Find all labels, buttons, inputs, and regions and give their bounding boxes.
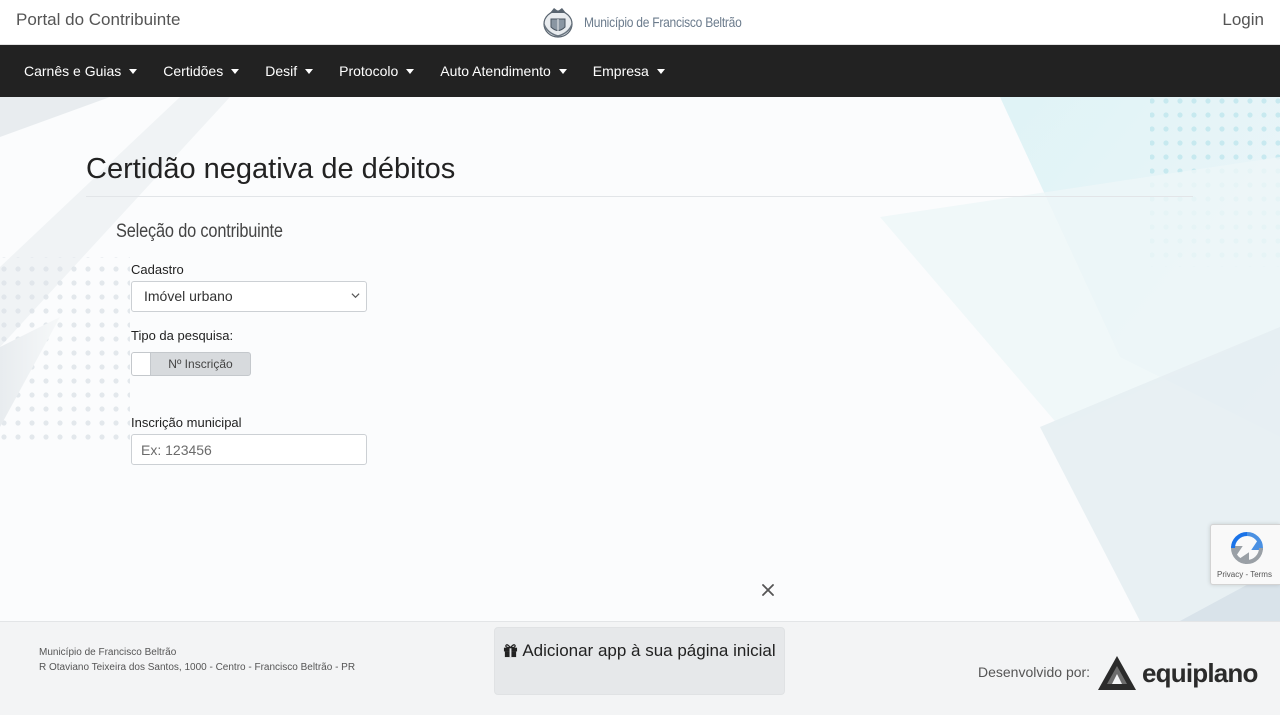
cadastro-selected-value: Imóvel urbano — [144, 288, 233, 304]
page-title: Certidão negativa de débitos — [86, 153, 456, 185]
cadastro-label: Cadastro — [131, 262, 184, 277]
footer-address: R Otaviano Teixeira dos Santos, 1000 - C… — [39, 662, 356, 673]
developed-by-label: Desenvolvido por: — [978, 664, 1091, 680]
login-link[interactable]: Login — [1222, 10, 1264, 30]
caret-down-icon — [558, 68, 567, 74]
tipo-pesquisa-toggle[interactable]: Nº Inscrição — [131, 352, 251, 376]
nav-label: Certidões — [163, 63, 224, 79]
main-content: Certidão negativa de débitos Seleção do … — [0, 97, 1280, 621]
nav-label: Protocolo — [339, 63, 399, 79]
footer: Município de Francisco Beltrão R Otavian… — [0, 621, 1280, 715]
chevron-down-icon — [351, 293, 360, 299]
nav-certidoes[interactable]: Certidões — [150, 45, 252, 97]
main-navbar: Carnês e Guias Certidões Desif Protocolo… — [0, 45, 1280, 97]
nav-carnes-guias[interactable]: Carnês e Guias — [11, 45, 150, 97]
cadastro-select[interactable]: Imóvel urbano — [131, 281, 367, 312]
nav-label: Desif — [265, 63, 298, 79]
recaptcha-icon — [1230, 532, 1264, 565]
recaptcha-links[interactable]: Privacy - Terms — [1217, 570, 1272, 579]
nav-label: Auto Atendimento — [440, 63, 551, 79]
recaptcha-badge[interactable]: Privacy - Terms — [1210, 524, 1280, 585]
municipality-brand: Município de Francisco Beltrão — [540, 4, 767, 40]
caret-down-icon — [129, 68, 138, 74]
toggle-label: Nº Inscrição — [168, 357, 233, 371]
nav-label: Carnês e Guias — [24, 63, 122, 79]
toggle-knob — [132, 353, 151, 375]
equiplano-name: equiplano — [1142, 657, 1258, 688]
caret-down-icon — [305, 68, 314, 74]
add-app-label: Adicionar app à sua página inicial — [522, 641, 776, 660]
equiplano-logo-icon — [1098, 656, 1136, 690]
add-app-button[interactable]: Adicionar app à sua página inicial — [494, 627, 785, 695]
nav-desif[interactable]: Desif — [252, 45, 326, 97]
nav-auto-atendimento[interactable]: Auto Atendimento — [427, 45, 580, 97]
inscricao-label: Inscrição municipal — [131, 415, 242, 430]
caret-down-icon — [406, 68, 415, 74]
nav-protocolo[interactable]: Protocolo — [326, 45, 427, 97]
section-title: Seleção do contribuinte — [116, 221, 283, 242]
footer-municipality-name: Município de Francisco Beltrão — [39, 647, 177, 658]
nav-label: Empresa — [592, 63, 649, 79]
municipal-seal-icon — [543, 8, 573, 38]
equiplano-brand[interactable]: equiplano — [1096, 654, 1258, 692]
top-header: Portal do Contribuinte Município de Fran… — [0, 0, 1280, 45]
brand-link[interactable]: Portal do Contribuinte — [16, 10, 180, 30]
inscricao-input[interactable] — [131, 434, 367, 465]
municipality-name: Município de Francisco Beltrão — [584, 14, 742, 30]
title-divider — [86, 196, 1193, 197]
caret-down-icon — [231, 68, 240, 74]
tipo-pesquisa-label: Tipo da pesquisa: — [131, 328, 234, 343]
caret-down-icon — [656, 68, 665, 74]
nav-empresa[interactable]: Empresa — [580, 45, 678, 97]
gift-icon — [504, 644, 518, 658]
close-icon[interactable] — [760, 582, 776, 598]
